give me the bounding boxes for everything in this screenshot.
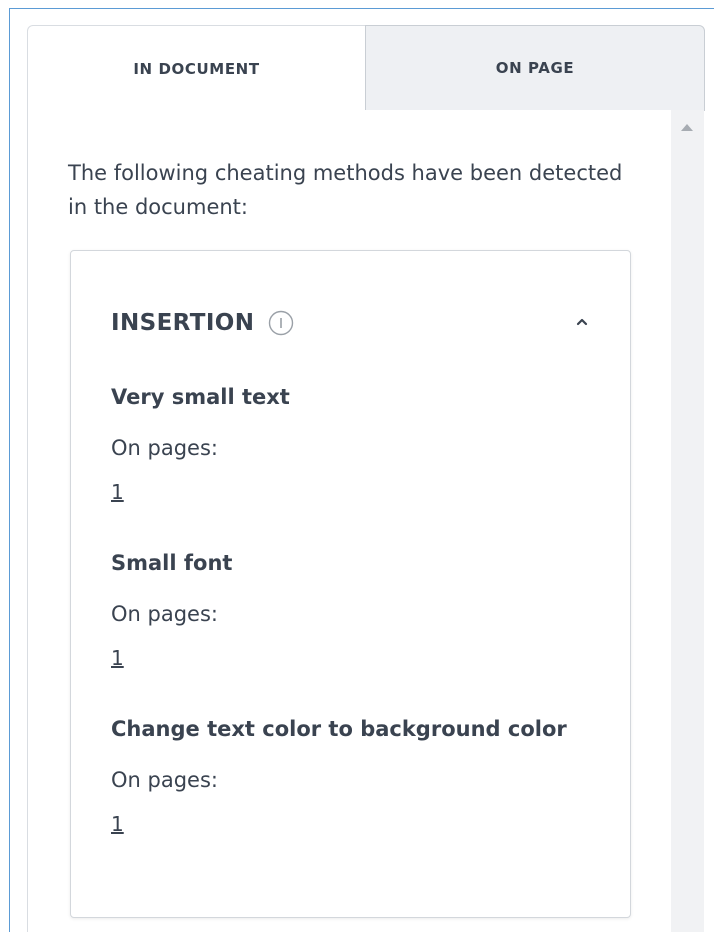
- scrollbar[interactable]: [671, 110, 704, 932]
- card-header[interactable]: INSERTION: [111, 303, 591, 343]
- page-link[interactable]: 1: [111, 643, 124, 673]
- detection-item: Small font On pages: 1: [111, 547, 591, 673]
- detection-item: Change text color to background color On…: [111, 713, 591, 839]
- detection-item-title: Small font: [111, 551, 233, 575]
- on-pages-label: On pages:: [111, 768, 218, 792]
- tab-in-document-label: IN DOCUMENT: [133, 59, 260, 78]
- scroll-up-arrow-icon[interactable]: [681, 124, 693, 131]
- detection-item-title: Very small text: [111, 385, 290, 409]
- tab-on-page[interactable]: ON PAGE: [365, 25, 705, 111]
- insertion-card: INSERTION Very small text On pages: 1 Sm…: [70, 250, 631, 918]
- info-circle-icon[interactable]: [268, 310, 294, 336]
- on-pages-label: On pages:: [111, 602, 218, 626]
- tab-on-page-label: ON PAGE: [495, 59, 575, 77]
- tab-bar: IN DOCUMENT ON PAGE: [27, 25, 705, 111]
- detection-item-title: Change text color to background color: [111, 717, 567, 741]
- on-pages-label: On pages:: [111, 436, 218, 460]
- page-link[interactable]: 1: [111, 477, 124, 507]
- detection-item: Very small text On pages: 1: [111, 381, 591, 507]
- page-link[interactable]: 1: [111, 809, 124, 839]
- chevron-up-icon[interactable]: [573, 313, 591, 331]
- tab-in-document[interactable]: IN DOCUMENT: [27, 25, 366, 111]
- tab-content: The following cheating methods have been…: [27, 110, 671, 932]
- intro-text: The following cheating methods have been…: [68, 161, 623, 219]
- card-title: INSERTION: [111, 310, 255, 336]
